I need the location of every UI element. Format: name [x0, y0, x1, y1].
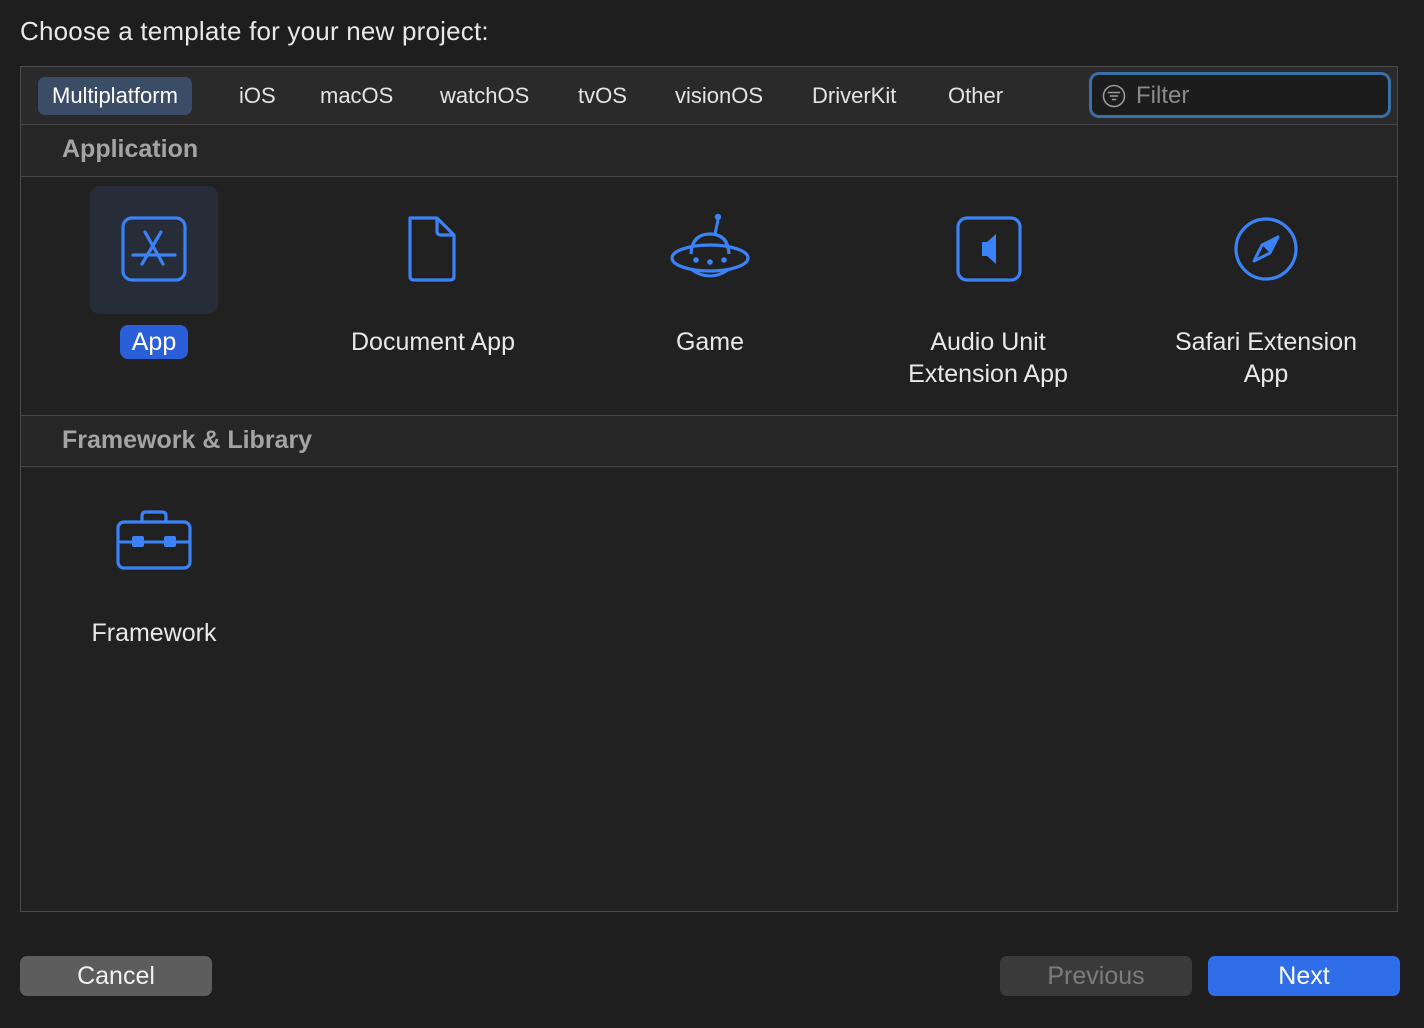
template-label: Game — [675, 328, 745, 356]
template-document-app[interactable]: Document App — [303, 177, 563, 415]
section-title: Application — [62, 135, 199, 163]
filter-field[interactable] — [1089, 72, 1391, 118]
dialog-prompt: Choose a template for your new project: — [20, 16, 489, 46]
template-panel: Multiplatform iOS macOS watchOS tvOS vis… — [20, 66, 1398, 912]
template-label: Document App — [351, 328, 515, 356]
template-label: Audio Unit Extension App — [908, 328, 1068, 388]
template-label: Safari Extension App — [1174, 328, 1358, 388]
template-label: App — [24, 325, 284, 359]
template-app[interactable]: App — [21, 177, 287, 415]
toolbox-icon — [90, 478, 218, 606]
app-store-icon — [90, 186, 218, 314]
section-header-framework-library: Framework & Library — [21, 415, 1397, 467]
section-title: Framework & Library — [62, 426, 313, 454]
document-icon — [368, 186, 496, 314]
tab-tvos[interactable]: tvOS — [564, 77, 641, 115]
platform-tab-bar: Multiplatform iOS macOS watchOS tvOS vis… — [21, 67, 1397, 125]
template-game[interactable]: Game — [580, 177, 840, 415]
tab-watchos[interactable]: watchOS — [426, 77, 543, 115]
tab-driverkit[interactable]: DriverKit — [798, 77, 910, 115]
tab-visionos[interactable]: visionOS — [661, 77, 777, 115]
speaker-icon — [924, 186, 1052, 314]
ufo-icon — [646, 186, 774, 314]
template-audio-unit-extension-app[interactable]: Audio Unit Extension App — [858, 177, 1118, 415]
template-label: Framework — [91, 619, 217, 647]
cancel-button[interactable]: Cancel — [20, 956, 212, 996]
template-safari-extension-app[interactable]: Safari Extension App — [1136, 177, 1396, 415]
filter-icon — [1102, 84, 1126, 108]
filter-input[interactable] — [1134, 79, 1378, 113]
tab-multiplatform[interactable]: Multiplatform — [38, 77, 192, 115]
previous-button[interactable]: Previous — [1000, 956, 1192, 996]
tab-ios[interactable]: iOS — [225, 77, 290, 115]
tab-other[interactable]: Other — [934, 77, 1017, 115]
compass-icon — [1202, 186, 1330, 314]
template-framework[interactable]: Framework — [21, 467, 287, 667]
tab-macos[interactable]: macOS — [306, 77, 407, 115]
next-button[interactable]: Next — [1208, 956, 1400, 996]
section-header-application: Application — [21, 125, 1397, 177]
